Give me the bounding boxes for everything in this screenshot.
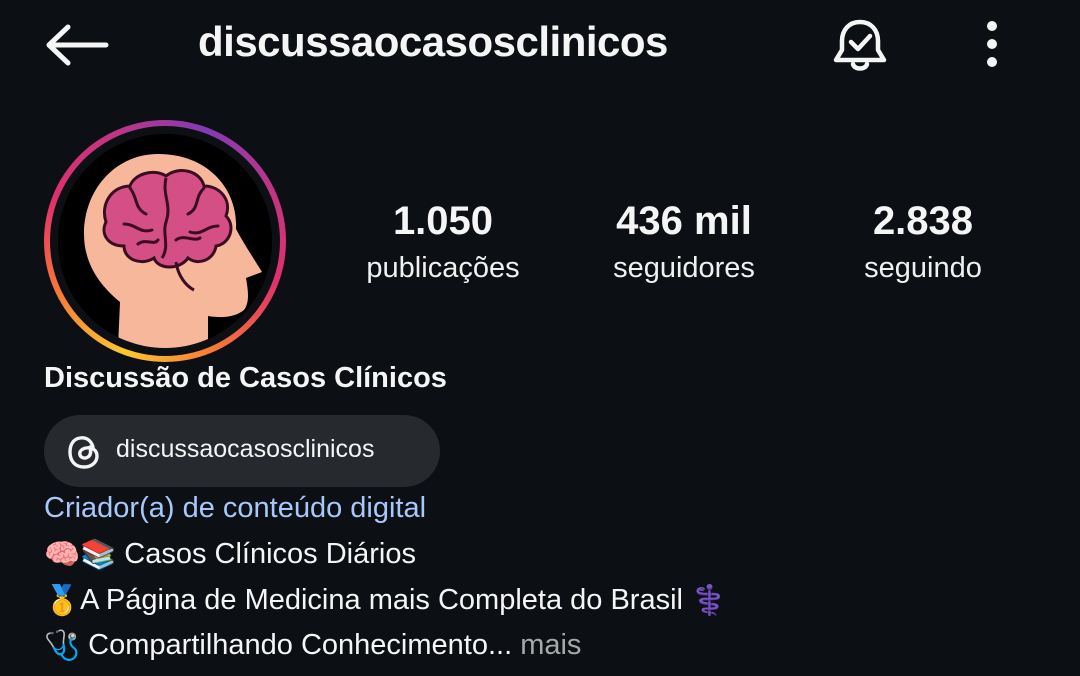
stat-followers-label: seguidores: [613, 252, 755, 284]
avatar-ring-gap: [50, 126, 280, 356]
back-button[interactable]: [42, 22, 112, 68]
stat-following-label: seguindo: [864, 252, 982, 284]
options-button[interactable]: [976, 18, 1008, 72]
threads-icon: [68, 436, 99, 469]
profile-category[interactable]: Criador(a) de conteúdo digital: [44, 492, 426, 525]
bio-line-3-emoji: 🩺: [44, 630, 81, 663]
arrow-left-icon: [46, 24, 109, 66]
bio-line-2-text: A Página de Medicina mais Completa do Br…: [80, 584, 683, 616]
notifications-button[interactable]: [828, 14, 892, 78]
profile-display-name: Discussão de Casos Clínicos: [44, 362, 447, 394]
bio-line-1-emoji: 🧠📚: [44, 539, 117, 572]
bio-line-3-text: Compartilhando Conhecimento...: [88, 629, 513, 661]
stat-following-value: 2.838: [872, 199, 974, 243]
top-bar: discussaocasosclinicos: [0, 0, 1080, 90]
threads-handle: discussaocasosclinicos: [116, 435, 375, 463]
stat-posts[interactable]: 1.050 publicações: [348, 196, 538, 290]
profile-avatar-ring[interactable]: [44, 120, 286, 362]
bio-line-3: 🩺 Compartilhando Conhecimento... mais: [44, 627, 581, 664]
profile-username: discussaocasosclinicos: [198, 18, 668, 65]
bio-line-2: 🥇A Página de Medicina mais Completa do B…: [44, 582, 727, 619]
bio-more-link[interactable]: mais: [520, 629, 581, 661]
bio-line-2-emoji: 🥇: [44, 585, 81, 618]
stat-posts-label: publicações: [366, 252, 520, 284]
stat-followers[interactable]: 436 mil seguidores: [588, 196, 780, 290]
brain-head-icon: [58, 134, 272, 348]
more-vertical-icon: [987, 21, 997, 67]
bio-line-1: 🧠📚 Casos Clínicos Diários: [44, 536, 416, 573]
bell-check-icon: [833, 19, 887, 71]
stat-followers-value: 436 mil: [616, 199, 752, 243]
threads-link[interactable]: discussaocasosclinicos: [44, 415, 440, 487]
bio-line-2-trailing-emoji: ⚕️: [691, 585, 728, 618]
avatar: [58, 134, 272, 348]
stat-following[interactable]: 2.838 seguindo: [842, 196, 1004, 290]
stat-posts-value: 1.050: [392, 199, 494, 243]
bio-line-1-text: Casos Clínicos Diários: [124, 538, 416, 570]
